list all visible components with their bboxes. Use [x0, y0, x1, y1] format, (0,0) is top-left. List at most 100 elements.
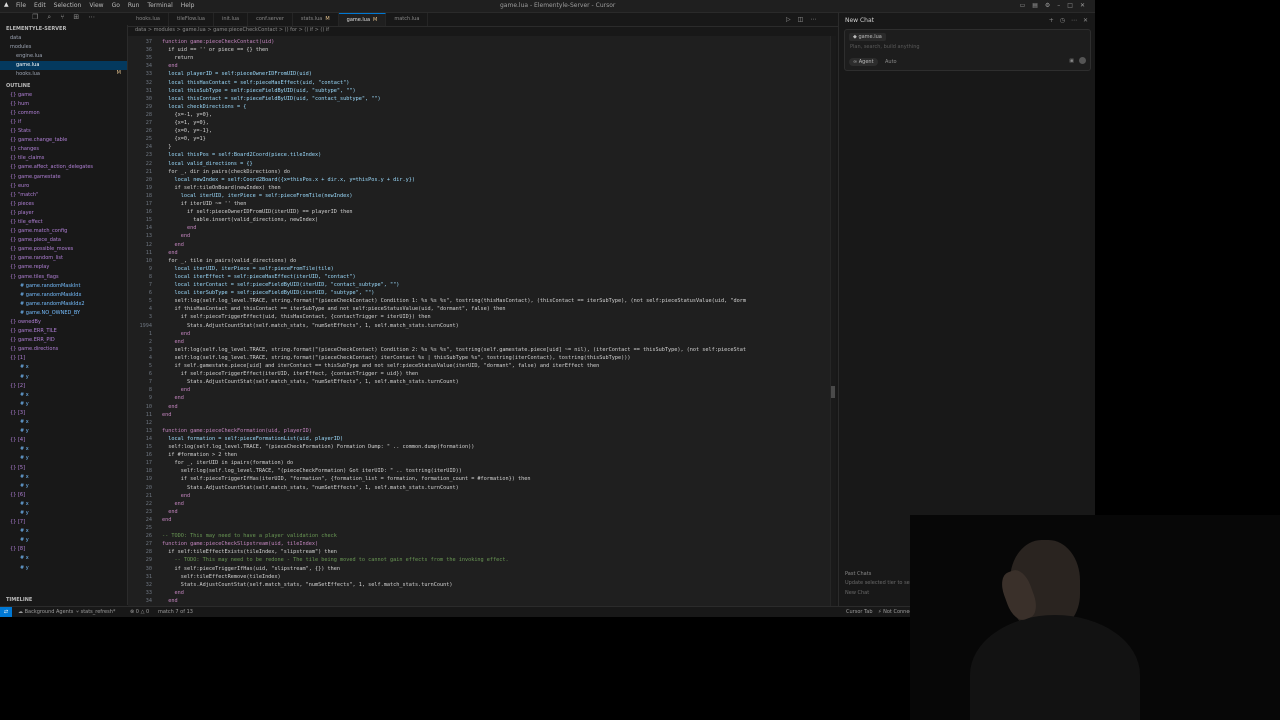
outline-item[interactable]: # y [0, 400, 127, 409]
code-line[interactable]: 17 if iterUID ~= '' then [128, 200, 836, 208]
code-line[interactable]: 11 end [128, 249, 836, 257]
menu-run[interactable]: Run [128, 2, 140, 9]
outline-item[interactable]: # y [0, 454, 127, 463]
outline-item[interactable]: # game.randomMaskInt [0, 282, 127, 291]
code-line[interactable]: 18 local iterUID, iterPiece = self:piece… [128, 192, 836, 200]
code-line[interactable]: 1994 Stats.AdjustCountStat(self.match_st… [128, 322, 836, 330]
code-line[interactable]: 13 function game:pieceCheckFormation(uid,… [128, 427, 836, 435]
editor-tab[interactable]: init.lua [214, 13, 249, 26]
outline-item[interactable]: {} [5] [0, 464, 127, 473]
code-line[interactable]: 5 if self.gamestate.piece[uid] and iterC… [128, 362, 836, 370]
remote-icon[interactable]: ⇄ [0, 607, 12, 617]
code-editor[interactable]: 37 function game:pieceCheckContact(uid) 36… [128, 36, 836, 606]
editor-tab[interactable]: conf.server [248, 13, 293, 26]
files-icon[interactable]: ❐ [32, 13, 38, 25]
outline-item[interactable]: # y [0, 427, 127, 436]
code-line[interactable]: 14 local formation = self:pieceFormation… [128, 435, 836, 443]
code-line[interactable]: 34 end [128, 62, 836, 70]
code-line[interactable]: 30 if self:pieceTriggerIfHas(uid, "slips… [128, 565, 836, 573]
chat-more-icon[interactable]: ⋯ [1071, 17, 1077, 24]
code-line[interactable]: 5 self:log(self.log_level.TRACE, string.… [128, 297, 836, 305]
outline-item[interactable]: # x [0, 554, 127, 563]
outline-item[interactable]: {} game.directions [0, 345, 127, 354]
code-line[interactable]: 4 if thisHasContact and thisContact == i… [128, 305, 836, 313]
menu-go[interactable]: Go [112, 2, 120, 9]
outline-item[interactable]: {} game.random_list [0, 254, 127, 263]
menu-selection[interactable]: Selection [54, 2, 82, 9]
outline-item[interactable]: # y [0, 373, 127, 382]
code-line[interactable]: 35 return [128, 54, 836, 62]
layout-icon[interactable]: ▭ [1020, 2, 1026, 9]
code-line[interactable]: 4 self:log(self.log_level.TRACE, string.… [128, 354, 836, 362]
code-line[interactable]: 24 } [128, 143, 836, 151]
code-line[interactable]: 36 if uid == '' or piece == {} then [128, 46, 836, 54]
code-line[interactable]: 37 function game:pieceCheckContact(uid) [128, 38, 836, 46]
outline-item[interactable]: {} [3] [0, 409, 127, 418]
code-line[interactable]: 1 end [128, 330, 836, 338]
outline-item[interactable]: # x [0, 527, 127, 536]
code-line[interactable]: 24 end [128, 516, 836, 524]
code-line[interactable]: 9 end [128, 394, 836, 402]
outline-item[interactable]: {} game.change_table [0, 136, 127, 145]
outline-item[interactable]: {} Stats [0, 127, 127, 136]
editor-tab[interactable]: hooks.lua [128, 13, 169, 26]
menu-file[interactable]: File [16, 2, 26, 9]
code-line[interactable]: 3 self:log(self.log_level.TRACE, string.… [128, 346, 836, 354]
code-line[interactable]: 33 end [128, 589, 836, 597]
outline-item[interactable]: {} game.match_config [0, 227, 127, 236]
chat-input-box[interactable]: ◆ game.lua Plan, search, build anything … [844, 29, 1091, 71]
outline-item[interactable]: # x [0, 445, 127, 454]
project-header[interactable]: ELEMENTYLE-SERVER [0, 25, 127, 34]
code-line[interactable]: 22 local valid_directions = {} [128, 160, 836, 168]
outline-item[interactable]: # x [0, 418, 127, 427]
outline-item[interactable]: # y [0, 509, 127, 518]
outline-item[interactable]: {} game [0, 91, 127, 100]
code-line[interactable]: 3 if self:pieceTriggerEffect(uid, thisHa… [128, 313, 836, 321]
code-line[interactable]: 10 for _, tile in pairs(valid_directions… [128, 257, 836, 265]
timeline-header[interactable]: TIMELINE [6, 596, 32, 605]
outline-item[interactable]: {} common [0, 109, 127, 118]
outline-item[interactable]: {} hum [0, 100, 127, 109]
code-line[interactable]: 12 [128, 419, 836, 427]
code-line[interactable]: 29 -- TODO: This may need to be redone -… [128, 556, 836, 564]
minimize-icon[interactable]: – [1057, 2, 1060, 9]
code-line[interactable]: 12 end [128, 241, 836, 249]
split-editor-icon[interactable]: ◫ [798, 16, 804, 23]
settings-icon[interactable]: ⚙ [1045, 2, 1050, 9]
outline-item[interactable]: # game.randomMaskIdx [0, 291, 127, 300]
image-icon[interactable]: ▣ [1069, 58, 1074, 64]
editor-tab[interactable]: game.lua M [338, 13, 387, 26]
editor-more-icon[interactable]: ⋯ [810, 16, 816, 23]
outline-item[interactable]: {} pieces [0, 200, 127, 209]
outline-item[interactable]: {} if [0, 118, 127, 127]
code-line[interactable]: 22 end [128, 500, 836, 508]
panel-icon[interactable]: ▤ [1032, 2, 1038, 9]
model-selector[interactable]: Auto [885, 59, 897, 65]
outline-item[interactable]: # x [0, 500, 127, 509]
code-line[interactable]: 34 end [128, 597, 836, 605]
run-icon[interactable]: ▷ [786, 16, 791, 23]
history-icon[interactable]: ◷ [1060, 17, 1065, 24]
code-line[interactable]: 8 end [128, 386, 836, 394]
source-control-icon[interactable]: ⑂ [60, 13, 64, 25]
file-item[interactable]: modules [0, 43, 127, 52]
outline-item[interactable]: {} changes [0, 145, 127, 154]
chat-close-icon[interactable]: ✕ [1083, 17, 1088, 24]
outline-item[interactable]: # y [0, 536, 127, 545]
code-line[interactable]: 33 local playerID = self:pieceOwnerIDFro… [128, 70, 836, 78]
problems-indicator[interactable]: ⊗ 0 △ 0 [130, 609, 149, 615]
file-item[interactable]: engine.lua [0, 52, 127, 61]
code-line[interactable]: 16 if self:pieceOwnerIDFromUID(iterUID) … [128, 208, 836, 216]
code-line[interactable]: 10 end [128, 403, 836, 411]
code-line[interactable]: 30 local thisContact = self:pieceFieldBy… [128, 95, 836, 103]
outline-item[interactable]: {} [2] [0, 382, 127, 391]
maximize-icon[interactable]: □ [1067, 2, 1073, 9]
code-line[interactable]: 15 table.insert(valid_directions, newInd… [128, 216, 836, 224]
outline-item[interactable]: {} ownedBy [0, 318, 127, 327]
code-line[interactable]: 23 end [128, 508, 836, 516]
code-line[interactable]: 15 self:log(self.log_level.TRACE, "(piec… [128, 443, 836, 451]
outline-item[interactable]: {} game.tiles_flags [0, 273, 127, 282]
outline-header[interactable]: OUTLINE [0, 82, 127, 91]
code-line[interactable]: 26 -- TODO: This may need to have a playe… [128, 532, 836, 540]
code-line[interactable]: 21 end [128, 492, 836, 500]
